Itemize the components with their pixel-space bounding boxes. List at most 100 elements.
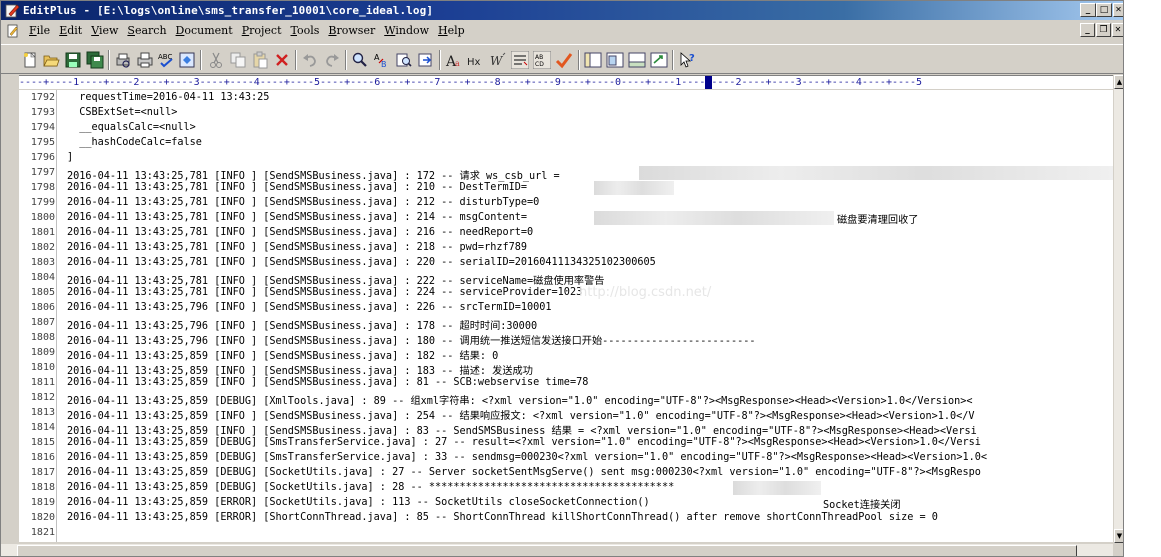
editplus-window: EditPlus - [E:\logs\online\sms_transfer_… xyxy=(0,0,1124,557)
redacted-region xyxy=(594,211,834,225)
toolbar-separator xyxy=(439,50,441,70)
horizontal-scrollbar[interactable] xyxy=(1,543,1113,556)
editplus-icon xyxy=(5,4,20,18)
find-icon[interactable] xyxy=(351,51,369,69)
menu-window[interactable]: Window xyxy=(384,24,429,37)
menu-file[interactable]: File xyxy=(29,24,50,37)
menu-document[interactable]: Document xyxy=(176,24,233,37)
toolbar-separator xyxy=(200,50,202,70)
scroll-up-button[interactable]: ▲ xyxy=(1114,75,1123,89)
doc-minimize-button[interactable]: _ xyxy=(1080,23,1095,37)
save-icon[interactable] xyxy=(64,51,82,69)
horizontal-scroll-thumb[interactable] xyxy=(17,545,1077,556)
browser-icon[interactable] xyxy=(178,51,196,69)
line-number: 1798 xyxy=(30,182,55,193)
print-preview-icon[interactable] xyxy=(114,51,132,69)
menu-help[interactable]: Help xyxy=(438,24,465,37)
line-number: 1795 xyxy=(30,137,55,148)
code-line: __equalsCalc=<null> xyxy=(67,122,196,133)
code-line: 2016-04-11 13:43:25,781 [INFO ] [SendSMS… xyxy=(67,257,656,268)
menu-view[interactable]: View xyxy=(91,24,118,37)
code-line: 2016-04-11 13:43:25,859 [INFO ] [SendSMS… xyxy=(67,411,975,422)
code-line: __hashCodeCalc=false xyxy=(67,137,202,148)
code-line: 2016-04-11 13:43:25,796 [INFO ] [SendSMS… xyxy=(67,336,756,347)
toolbar-separator xyxy=(108,50,110,70)
font-icon[interactable]: Aa xyxy=(445,51,463,69)
menu-bar: File Edit View Search Document Project T… xyxy=(1,20,1123,42)
editor-left-margin xyxy=(1,75,19,543)
window-title: EditPlus - [E:\logs\online\sms_transfer_… xyxy=(23,4,434,17)
code-line: 2016-04-11 13:43:25,859 [DEBUG] [SmsTran… xyxy=(67,437,981,448)
spell-check-icon[interactable]: ABC xyxy=(157,51,175,69)
line-number: 1805 xyxy=(30,287,55,298)
vertical-scrollbar[interactable]: ▲ ▼ xyxy=(1113,75,1123,543)
paste-icon[interactable] xyxy=(251,51,269,69)
svg-text:B: B xyxy=(381,60,387,69)
help-icon[interactable]: ? xyxy=(678,51,696,69)
code-line: 2016-04-11 13:43:25,796 [INFO ] [SendSMS… xyxy=(67,302,552,313)
line-number: 1809 xyxy=(30,347,55,358)
new-icon[interactable] xyxy=(21,51,39,69)
menu-tools[interactable]: Tools xyxy=(291,24,320,37)
watermark: http://blog.csdn.net/ xyxy=(579,285,712,300)
menu-search[interactable]: Search xyxy=(127,24,166,37)
save-all-icon[interactable] xyxy=(86,51,104,69)
toolbar-separator xyxy=(345,50,347,70)
code-line: 2016-04-11 13:43:25,859 [INFO ] [SendSMS… xyxy=(67,351,499,362)
cliptext-window-icon[interactable] xyxy=(606,51,624,69)
line-number-icon[interactable]: ABCD xyxy=(533,51,551,69)
doc-close-button[interactable]: ✕ xyxy=(1112,23,1123,37)
socket-close-tail: Socket连接关闭 xyxy=(823,500,901,511)
column-ruler: ----+----1----+----2----+----3----+----4… xyxy=(19,75,1113,89)
toolbar: ABC AB Aa Hx W AB CD ? xyxy=(1,44,1123,74)
find-in-files-icon[interactable] xyxy=(395,51,413,69)
msg-content-tail: 磁盘要清理回收了 xyxy=(837,215,919,226)
hex-icon[interactable]: Hx xyxy=(467,51,485,69)
code-line: 2016-04-11 13:43:25,859 [DEBUG] [SmsTran… xyxy=(67,452,988,463)
scroll-down-button[interactable]: ▼ xyxy=(1114,529,1123,543)
undo-icon[interactable] xyxy=(301,51,319,69)
code-line: 2016-04-11 13:43:25,859 [ERROR] [SocketU… xyxy=(67,497,650,508)
replace-icon[interactable]: AB xyxy=(373,51,391,69)
print-icon[interactable] xyxy=(136,51,154,69)
doc-restore-button[interactable]: ❐ xyxy=(1096,23,1111,37)
directory-window-icon[interactable] xyxy=(584,51,602,69)
close-button[interactable]: ✕ xyxy=(1113,3,1123,17)
ruler-icon[interactable] xyxy=(511,51,529,69)
redo-icon[interactable] xyxy=(323,51,341,69)
document-icon[interactable] xyxy=(6,24,20,38)
minimize-button[interactable]: _ xyxy=(1080,3,1096,17)
code-line: 2016-04-11 13:43:25,781 [INFO ] [SendSMS… xyxy=(67,276,605,287)
goto-icon[interactable] xyxy=(417,51,435,69)
delete-icon[interactable] xyxy=(273,51,291,69)
redacted-region xyxy=(733,481,821,495)
code-line: 2016-04-11 13:43:25,781 [INFO ] [SendSMS… xyxy=(67,212,528,223)
svg-text:CD: CD xyxy=(535,61,544,68)
copy-icon[interactable] xyxy=(229,51,247,69)
code-line: CSBExtSet=<null> xyxy=(67,107,178,118)
output-window-icon[interactable] xyxy=(628,51,646,69)
line-number: 1804 xyxy=(30,272,55,283)
word-wrap-icon[interactable]: W xyxy=(489,51,507,69)
code-line: 2016-04-11 13:43:25,859 [INFO ] [SendSMS… xyxy=(67,366,533,377)
text-editor[interactable]: 1792 1793 1794 1795 1796 1797 1798 1799 1800 1801… xyxy=(19,90,1113,542)
cut-icon[interactable] xyxy=(207,51,225,69)
full-screen-icon[interactable] xyxy=(650,51,668,69)
line-number: 1812 xyxy=(30,392,55,403)
menu-project[interactable]: Project xyxy=(242,24,282,37)
spell-icon[interactable] xyxy=(555,51,573,69)
code-line: 2016-04-11 13:43:25,859 [INFO ] [SendSMS… xyxy=(67,377,589,388)
code-line: 2016-04-11 13:43:25,781 [INFO ] [SendSMS… xyxy=(67,227,534,238)
line-number: 1792 xyxy=(30,92,55,103)
menu-browser[interactable]: Browser xyxy=(328,24,375,37)
line-number: 1801 xyxy=(30,227,55,238)
line-number: 1819 xyxy=(30,497,55,508)
title-bar[interactable]: EditPlus - [E:\logs\online\sms_transfer_… xyxy=(1,1,1123,20)
redacted-region xyxy=(639,166,1113,180)
open-icon[interactable] xyxy=(42,51,60,69)
toolbar-separator xyxy=(295,50,297,70)
ruler-cursor-marker xyxy=(705,76,712,89)
maximize-button[interactable]: □ xyxy=(1096,3,1112,17)
menu-edit[interactable]: Edit xyxy=(59,24,82,37)
line-number: 1797 xyxy=(30,167,55,178)
